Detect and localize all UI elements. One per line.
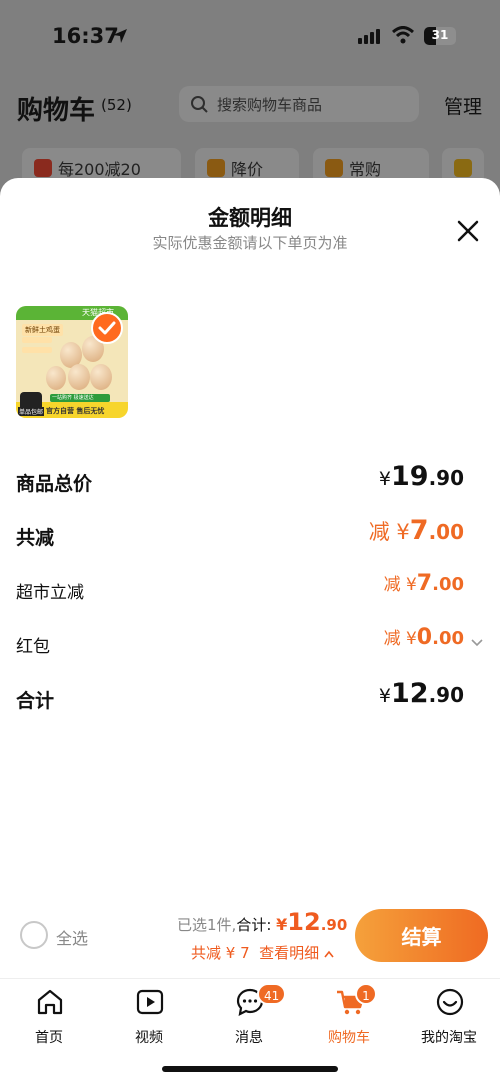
tab-label: 消息 xyxy=(235,1030,263,1046)
tab-home[interactable]: 首页 xyxy=(9,987,89,1051)
tab-messages[interactable]: 41 消息 xyxy=(209,983,289,1051)
status-time: 16:37 xyxy=(52,24,119,48)
shop-icon xyxy=(34,159,52,177)
cart-badge: 1 xyxy=(355,983,377,1005)
chevron-up-icon xyxy=(324,950,334,957)
battery-icon: 31 xyxy=(424,27,456,45)
egg xyxy=(46,366,66,390)
row-label: 合计 xyxy=(16,690,55,712)
folder-icon xyxy=(454,159,472,177)
page-title: 购物车 xyxy=(17,96,96,126)
shipping-label: 单品包邮 xyxy=(18,407,45,416)
selected-check-icon[interactable] xyxy=(91,312,123,344)
search-icon xyxy=(191,96,208,113)
row-value: 减 ¥7.00 xyxy=(368,515,464,546)
status-bar: 16:37 31 xyxy=(0,0,500,72)
chip-label: 降价 xyxy=(231,160,264,179)
delivery-label: 一站购齐 极速送达 xyxy=(52,395,94,401)
smile-face-icon xyxy=(436,988,464,1016)
row-grand-total: 合计 ¥12.90 xyxy=(16,678,484,718)
tab-label: 购物车 xyxy=(328,1030,370,1046)
row-supermarket-discount: 超市立减 减 ¥7.00 xyxy=(16,570,484,610)
battery-level: 31 xyxy=(431,28,449,42)
guarantee-label: 官方自营 售后无忧 xyxy=(46,407,105,415)
row-item-total: 商品总价 ¥19.90 xyxy=(16,461,484,501)
basket-icon xyxy=(325,159,343,177)
selected-summary: 已选1件,合计: ¥12.90 xyxy=(177,908,348,936)
amount-detail-sheet: 金额明细 实际优惠金额请以下单页为准 天猫超市 新鲜土鸡蛋 一站购齐 极速送达 … xyxy=(0,178,500,978)
home-indicator xyxy=(162,1066,338,1072)
wifi-icon xyxy=(392,26,414,44)
chip-label: 常购 xyxy=(349,160,382,179)
product-tag: 新鲜土鸡蛋 xyxy=(22,324,63,336)
egg xyxy=(68,364,90,390)
close-icon[interactable] xyxy=(455,218,481,244)
chevron-down-icon[interactable] xyxy=(470,636,484,650)
row-label: 商品总价 xyxy=(16,473,93,495)
row-value: ¥12.90 xyxy=(378,678,464,709)
row-label: 红包 xyxy=(16,637,50,657)
view-detail-link[interactable]: 共减 ¥ 7 查看明细 xyxy=(191,942,334,963)
checkout-bar: 全选 已选1件,合计: ¥12.90 共减 ¥ 7 查看明细 结算 xyxy=(0,900,500,976)
row-label: 超市立减 xyxy=(16,583,84,603)
select-all-checkbox[interactable] xyxy=(20,921,48,949)
egg xyxy=(90,364,112,390)
select-all-label[interactable]: 全选 xyxy=(56,925,88,949)
sheet-subtitle: 实际优惠金额请以下单页为准 xyxy=(152,234,348,252)
tab-video[interactable]: 视频 xyxy=(109,987,189,1051)
cart-header: 购物车 (52) 搜索购物车商品 管理 xyxy=(0,72,500,142)
messages-badge: 41 xyxy=(257,983,287,1005)
video-icon xyxy=(136,989,164,1015)
search-placeholder: 搜索购物车商品 xyxy=(217,96,323,114)
chip-label: 每200减20 xyxy=(58,160,141,179)
row-total-discount: 共减 减 ¥7.00 xyxy=(16,515,484,555)
sheet-title: 金额明细 xyxy=(208,206,292,230)
tab-label: 视频 xyxy=(135,1030,163,1046)
tab-label: 首页 xyxy=(35,1030,63,1046)
search-input[interactable]: 搜索购物车商品 xyxy=(179,86,419,122)
manage-button[interactable]: 管理 xyxy=(444,92,482,119)
row-value: ¥19.90 xyxy=(378,461,464,492)
price-drop-icon xyxy=(207,159,225,177)
cart-count: (52) xyxy=(101,96,132,114)
row-value: 减 ¥7.00 xyxy=(383,571,464,596)
tab-label: 我的淘宝 xyxy=(421,1030,477,1046)
row-value: 减 ¥0.00 xyxy=(383,625,464,650)
row-red-packet[interactable]: 红包 减 ¥0.00 xyxy=(16,624,484,664)
tab-my-taobao[interactable]: 我的淘宝 xyxy=(409,987,489,1051)
cellular-signal-icon xyxy=(358,29,380,44)
tab-cart[interactable]: 1 购物车 xyxy=(309,983,389,1051)
row-label: 共减 xyxy=(16,527,55,549)
home-icon xyxy=(37,989,63,1015)
checkout-button[interactable]: 结算 xyxy=(355,909,488,962)
location-arrow-icon xyxy=(113,29,127,43)
